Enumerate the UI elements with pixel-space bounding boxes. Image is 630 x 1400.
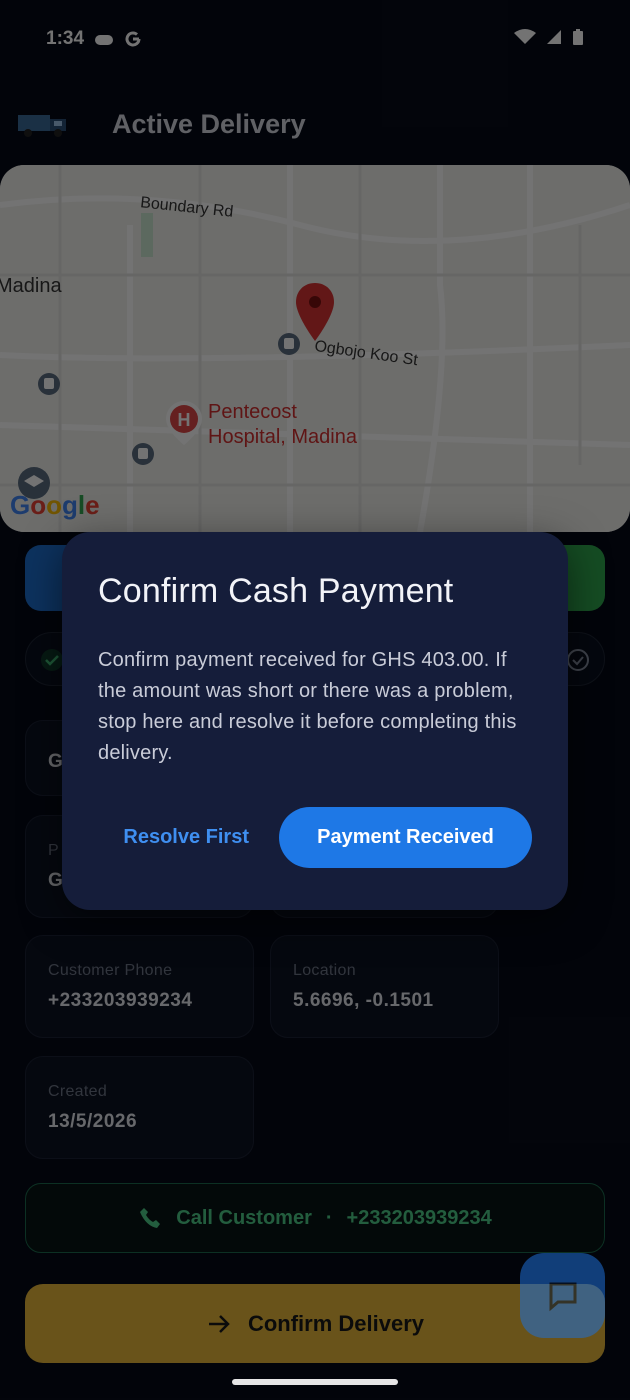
- created-label: Created: [48, 1083, 108, 1100]
- customer-phone-value: +233203939234: [48, 990, 193, 1011]
- bus-stop-icon: [278, 333, 300, 355]
- wifi-icon: [514, 29, 536, 44]
- confirm-delivery-label: Confirm Delivery: [247, 1310, 425, 1336]
- confirm-payment-dialog: Confirm Cash Payment Confirm payment rec…: [62, 532, 568, 910]
- customer-phone-label: Customer Phone: [48, 962, 173, 979]
- dialog-body: Confirm payment received for GHS 403.00.…: [98, 649, 517, 764]
- info-card-customer-phone: Customer Phone +233203939234: [25, 935, 254, 1038]
- location-label: Location: [293, 962, 356, 979]
- status-time: 1:34: [46, 28, 85, 49]
- home-indicator[interactable]: [232, 1379, 398, 1385]
- status-bar: 1:34: [0, 0, 630, 78]
- chat-fab[interactable]: [520, 1253, 605, 1338]
- call-separator: ·: [325, 1206, 333, 1229]
- poi-line-2: Hospital, Madina: [208, 426, 357, 448]
- status-left: 1:34: [46, 28, 142, 50]
- created-value: 13/5/2026: [48, 1111, 138, 1132]
- map-poi-hospital: Pentecost Hospital, Madina: [208, 400, 357, 450]
- payment-received-button[interactable]: Payment Received: [279, 807, 532, 868]
- info-card-location: Location 5.6696, -0.1501: [270, 935, 499, 1038]
- status-right: [514, 28, 584, 46]
- check-icon: [41, 649, 63, 671]
- location-value: 5.6696, -0.1501: [293, 990, 434, 1011]
- confirm-delivery-button[interactable]: Confirm Delivery: [25, 1284, 605, 1363]
- g-notification-icon: [125, 31, 141, 47]
- map-label-madina: Madina: [0, 275, 62, 297]
- chat-icon: [549, 1282, 576, 1311]
- resolve-first-button[interactable]: Resolve First: [123, 826, 249, 849]
- app-bar: Active Delivery: [0, 84, 630, 164]
- call-customer-phone: +233203939234: [346, 1206, 492, 1229]
- call-customer-label: Call Customer: [176, 1206, 312, 1229]
- svg-text:H: H: [178, 410, 191, 430]
- call-customer-button[interactable]: Call Customer · +233203939234: [25, 1183, 605, 1253]
- bus-stop-icon: [38, 373, 60, 395]
- location-pin-icon: [296, 283, 334, 341]
- phone-icon: [140, 1208, 161, 1228]
- cloud-icon: [95, 35, 114, 45]
- info-card-created: Created 13/5/2026: [25, 1056, 254, 1159]
- page-title: Active Delivery: [112, 108, 306, 139]
- truck-logo-icon: [18, 115, 66, 137]
- dialog-title: Confirm Cash Payment: [98, 572, 454, 610]
- battery-icon: [573, 29, 583, 45]
- dialog-actions: Resolve First Payment Received: [98, 807, 532, 868]
- arrow-right-icon: [208, 1314, 230, 1333]
- map-view[interactable]: Boundary Rd Madina Ogbojo Koo St H Pente…: [0, 165, 630, 532]
- signal-icon: [547, 30, 561, 44]
- bus-stop-icon: [132, 443, 154, 465]
- google-logo: Google: [10, 490, 100, 520]
- poi-line-1: Pentecost: [208, 401, 297, 423]
- hospital-icon: H: [166, 401, 202, 445]
- check-circle-icon: [567, 649, 589, 671]
